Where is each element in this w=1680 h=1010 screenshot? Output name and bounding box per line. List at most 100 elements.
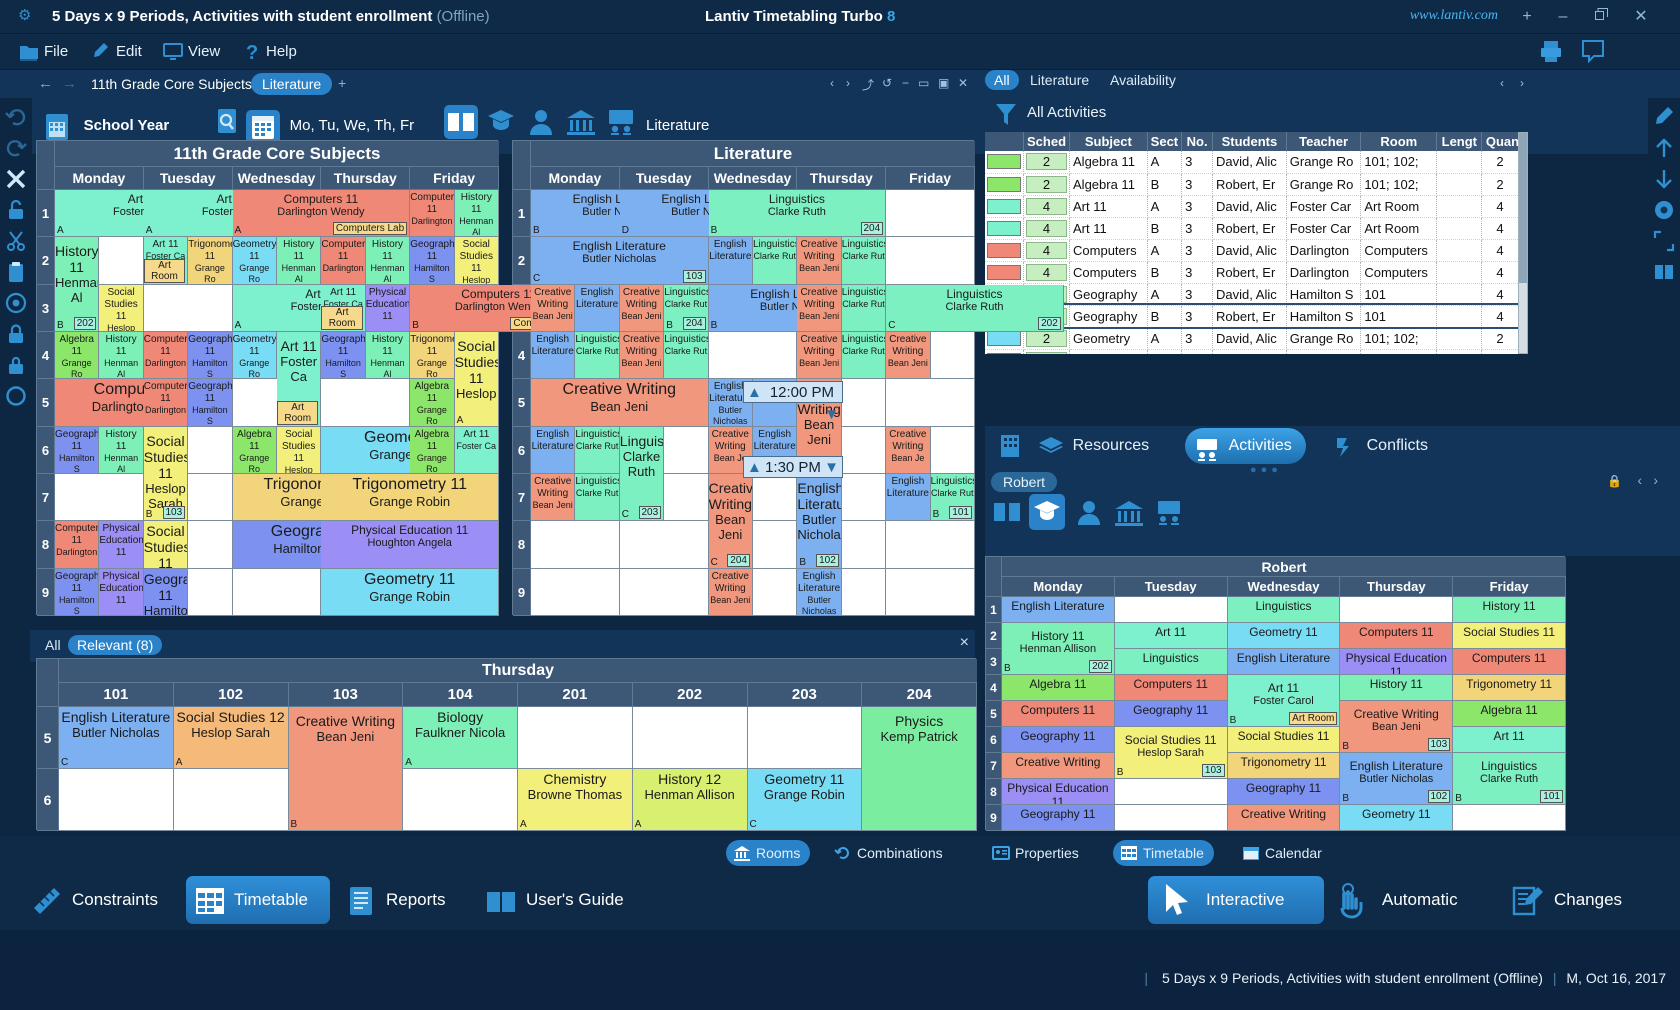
empty-slot[interactable]: [403, 769, 518, 831]
timetable-activity-cell[interactable]: History 12 Henman Allison A: [632, 769, 748, 831]
timetable-activity-cell[interactable]: Creative Writing Bean Jeni: [886, 332, 931, 380]
period-header[interactable]: 3: [37, 284, 55, 332]
timetable-activity-cell[interactable]: Physical Education 11: [1340, 649, 1454, 675]
timetable-activity-cell[interactable]: Linguistics Clarke Ruth C 202: [886, 284, 1064, 332]
timetable-activity-cell[interactable]: Creative Writing Bean Jeni: [531, 379, 709, 427]
pencil-rail-icon[interactable]: [1652, 105, 1676, 129]
resource-tab-activities[interactable]: Activities: [1185, 428, 1306, 464]
timetable-activity-cell[interactable]: Creative Writing Bean Jeni: [708, 568, 753, 616]
column-header[interactable]: 202: [632, 683, 748, 707]
timetable-activity-cell[interactable]: Linguistics Clarke Rut B 101: [930, 474, 975, 522]
time-popup-start[interactable]: ▲ 12:00 PM ▼: [743, 381, 843, 423]
scissors-icon[interactable]: [4, 229, 28, 253]
timetable-activity-cell[interactable]: Geometry 11: [1340, 805, 1454, 831]
period-header[interactable]: 2: [37, 237, 55, 285]
timetable-activity-cell[interactable]: Computers 11 Darlington: [143, 379, 189, 427]
timetable-activity-cell[interactable]: Geography 11Hamilton S: [188, 379, 233, 427]
window-restore-button[interactable]: [1588, 5, 1614, 29]
column-header[interactable]: Tuesday: [619, 167, 709, 190]
timetable-activity-cell[interactable]: History 11: [1340, 675, 1454, 701]
timetable-activity-cell[interactable]: Linguistics: [1114, 649, 1228, 675]
time-down-arrow[interactable]: ▼: [824, 404, 839, 426]
period-header[interactable]: 5: [986, 701, 1002, 727]
timetable-activity-cell[interactable]: Computers 11 Darlington Wendy A Computers L…: [232, 190, 411, 238]
timetable-activity-cell[interactable]: Linguistics Clarke Rut: [841, 237, 887, 285]
timetable-activity-cell[interactable]: Creative Writing: [1227, 805, 1341, 831]
empty-slot[interactable]: [1114, 779, 1228, 805]
timetable-activity-cell[interactable]: Computers 11 Darlington: [321, 237, 366, 285]
timetable-activity-cell[interactable]: History 11 Henman Al: [365, 332, 411, 380]
timetable-activity-cell[interactable]: History 11: [1453, 597, 1566, 623]
timetable-activity-cell[interactable]: Art 11 Foster Ca Art Room: [277, 332, 322, 427]
clipboard-icon[interactable]: [4, 260, 28, 284]
menu-file[interactable]: File: [18, 40, 68, 64]
timetable-activity-cell[interactable]: Physical Education 11: [365, 284, 411, 332]
column-header[interactable]: Wednesday: [232, 167, 322, 190]
period-header[interactable]: 1: [513, 190, 531, 238]
timetable-activity-cell[interactable]: Computers 11: [1340, 623, 1454, 649]
timetable-activity-cell[interactable]: Computers 11 Darlington: [55, 521, 100, 569]
period-header[interactable]: 9: [513, 568, 531, 616]
column-header[interactable]: Friday: [1453, 577, 1566, 597]
merge-icon[interactable]: [1652, 260, 1676, 284]
panel-restore-button[interactable]: ▭: [918, 76, 929, 90]
table-row[interactable]: 4GeographyB3Robert, ErHamilton S1014: [985, 303, 1528, 329]
timetable-activity-cell[interactable]: History 11 Henman Al B 202: [55, 237, 100, 332]
time-popup-end[interactable]: ▲ 1:30 PM ▼: [743, 456, 843, 478]
timetable-activity-cell[interactable]: Trigonometry 11: [1453, 675, 1566, 701]
timetable-activity-cell[interactable]: Social Studies 11 Heslop Sarah B 103: [1114, 727, 1228, 779]
nav-forward-button[interactable]: →: [62, 75, 77, 92]
column-header[interactable]: 102: [173, 683, 289, 707]
timetable-activity-cell[interactable]: English LiteratureButler Nicholas B 102: [797, 474, 842, 569]
period-header[interactable]: 7: [37, 474, 55, 522]
drag-handle-dots[interactable]: ●●●: [1250, 464, 1282, 476]
timetable-activity-cell[interactable]: Computers 11: [1002, 701, 1115, 727]
activities-col-sched[interactable]: Sched: [1023, 132, 1071, 151]
timetable-core-subjects[interactable]: 11th Grade Core Subjects Monday Tuesday Wed…: [36, 140, 588, 616]
expand-icon[interactable]: [1652, 229, 1676, 253]
timetable-activity-cell[interactable]: Computers 11 Darlington: [143, 332, 189, 380]
timetable-activity-cell[interactable]: Art 11 Foster Carol B Art Room: [1227, 675, 1341, 727]
timetable-activity-cell[interactable]: English Literature: [886, 474, 931, 522]
column-header[interactable]: Friday: [410, 167, 499, 190]
timetable-activity-cell[interactable]: Computers 11: [1114, 675, 1228, 701]
period-header[interactable]: 2: [986, 623, 1002, 649]
period-header[interactable]: 8: [37, 521, 55, 569]
timetable-activity-cell[interactable]: Social Studies 11Heslop Sarah: [143, 521, 189, 569]
bottom-users-guide-button[interactable]: User's Guide: [478, 876, 654, 924]
timetable-activity-cell[interactable]: Social Studies 12 Heslop Sarah A: [173, 707, 289, 769]
activities-table-host[interactable]: Sched Subject Sect No. Students Teacher Room Le…: [985, 132, 1528, 354]
timetable-activity-cell[interactable]: Physical Education 11: [99, 521, 144, 569]
timetable-activity-cell[interactable]: Algebra 11 Grange Ro: [410, 426, 455, 474]
window-plus-button[interactable]: +: [1514, 5, 1540, 29]
timetable-activity-cell[interactable]: Creative Writing Bean Je: [886, 426, 931, 474]
timetable-activity-cell[interactable]: Geography 11: [1002, 805, 1115, 831]
timetable-activity-cell[interactable]: Linguistics Clarke Rut: [575, 474, 620, 522]
timetable-activity-cell[interactable]: Linguistics: [1227, 597, 1341, 623]
lock-icon[interactable]: 🔒: [1607, 474, 1622, 488]
empty-slot[interactable]: [59, 769, 174, 831]
activities-col-room[interactable]: Room: [1360, 132, 1438, 151]
panel-close-button[interactable]: ✕: [958, 76, 968, 90]
bottom-reports-button[interactable]: Reports: [338, 876, 474, 924]
building-icon[interactable]: [1113, 496, 1145, 528]
period-header[interactable]: 1: [37, 190, 55, 238]
timetable-activity-cell[interactable]: Trigonometry 11Grange Ro: [410, 332, 455, 380]
column-header[interactable]: Monday: [55, 167, 144, 190]
bottom-timetable-button[interactable]: Timetable: [186, 876, 330, 924]
timetable-activity-cell[interactable]: Physical Education 11 Houghton Angela: [321, 521, 499, 569]
timetable-activity-cell[interactable]: Social Studies 11Heslop Sar: [99, 284, 144, 332]
timetable-activity-cell[interactable]: English LiteratureButler Nicholas B 102: [1340, 753, 1454, 805]
panel-minimize-button[interactable]: −: [902, 76, 909, 90]
time-down-arrow-end[interactable]: ▼: [824, 457, 839, 479]
time-up-arrow-end[interactable]: ▲: [747, 457, 762, 479]
table-row[interactable]: 2GeometryB3Robert, ErGrange Ro101; 102;2: [985, 349, 1528, 354]
period-header[interactable]: 6: [986, 727, 1002, 753]
empty-slot[interactable]: [708, 332, 798, 380]
timetable-activity-cell[interactable]: Geography 11: [1227, 779, 1341, 805]
bottom-interactive-button[interactable]: Interactive: [1148, 876, 1324, 924]
column-header[interactable]: Wednesday: [1227, 577, 1341, 597]
timetable-activity-cell[interactable]: Creative Writing Bean Jeni: [797, 237, 842, 285]
timetable-activity-cell[interactable]: Social Studies 11 Heslop A: [454, 332, 499, 427]
timetable-activity-cell[interactable]: Linguistics Clarke Ruth B 101: [1453, 753, 1566, 805]
